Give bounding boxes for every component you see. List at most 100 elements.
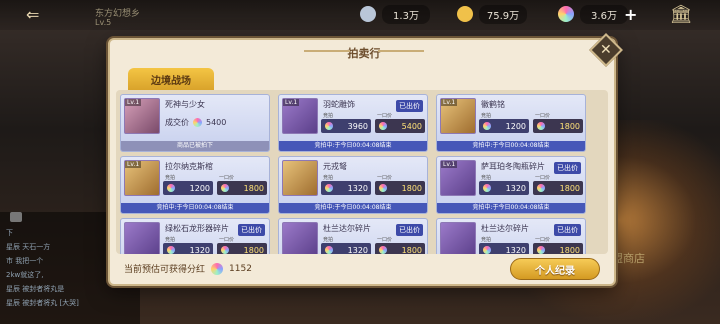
buyout-label: 一口价: [535, 237, 551, 243]
alliance-shop-label[interactable]: 盟商店: [612, 250, 645, 266]
item-thumbnail: [282, 160, 318, 196]
bid-price-box[interactable]: 竞拍 1320: [479, 175, 529, 195]
price-row: 竞拍 1320 一口价 1800: [479, 237, 583, 255]
auction-item-card[interactable]: 杜兰达尔碎片 已出价竞拍 1320 一口价 1800: [436, 218, 586, 254]
buyout-label: 一口价: [377, 237, 393, 243]
rainbow-gem-icon: [483, 184, 491, 192]
buyout-price-box[interactable]: 一口价 1800: [533, 237, 583, 255]
item-level: Lv.1: [441, 161, 458, 168]
bid-price-box[interactable]: 竞拍 1320: [321, 237, 371, 255]
bid-price-box[interactable]: 竞拍 1200: [163, 175, 213, 195]
buyout-price-box[interactable]: 一口价 1800: [533, 113, 583, 133]
resource-value: 75.9万: [479, 4, 527, 24]
buyout-price-box[interactable]: 一口价 1800: [375, 237, 425, 255]
auction-item-card[interactable]: Lv.1 徽鹤铭 竞拍 1200 一口价 1800 竞拍中:于今日00:04:08结束: [436, 94, 586, 152]
rainbow-gem-icon: [483, 246, 491, 254]
bid-price-box[interactable]: 竞拍 1320: [163, 237, 213, 254]
buyout-label: 一口价: [377, 175, 393, 181]
bid-label: 竞拍: [323, 175, 334, 181]
bid-price-box[interactable]: 竞拍 1320: [479, 237, 529, 255]
auction-item-card[interactable]: 杜兰达尔碎片 已出价 竞拍 1320 一口价 1800: [278, 218, 428, 254]
buyout-price: 1800: [243, 245, 264, 255]
auction-item-card[interactable]: Lv.1 萨耳珀冬陶瓶碎片 已出价 竞拍 1320 一口价 1800 竞拍中:于今日00:04…: [436, 156, 586, 214]
bid-price-box[interactable]: 竞拍 3960: [321, 113, 371, 133]
price-row: 竞拍 1320 一口价 1800: [321, 175, 425, 195]
bid-label: 竞拍: [481, 237, 492, 243]
personal-record-button[interactable]: 个人纪录: [510, 258, 600, 280]
rainbow-gem-icon: [211, 262, 224, 275]
auction-status-bar: 竞拍中:于今日00:04:08结束: [279, 141, 427, 151]
item-level: Lv.1: [125, 99, 142, 106]
bid-price-box[interactable]: 竞拍 1200: [479, 113, 529, 133]
buyout-label: 一口价: [219, 175, 235, 181]
buyout-label: 一口价: [219, 237, 235, 243]
item-thumbnail: [440, 222, 476, 254]
resource-silver: 1.3万: [360, 4, 430, 24]
bid-label: 竞拍: [323, 113, 334, 119]
item-thumbnail: [124, 222, 160, 254]
buyout-price-box[interactable]: 一口价 5400: [375, 113, 425, 133]
deal-info: 成交价 5400: [165, 117, 226, 128]
chat-bubble-icon[interactable]: [10, 212, 22, 222]
price-row: 竞拍 1200 一口价 1800: [479, 113, 583, 133]
bid-price: 1320: [505, 245, 526, 255]
rainbow-gem-icon: [167, 246, 175, 254]
resource-value: 3.6万: [580, 4, 628, 24]
bid-status-badge: 已出价: [554, 162, 581, 174]
price-row: 竞拍 3960 一口价 5400: [321, 113, 425, 133]
auction-list[interactable]: Lv.1 死神与少女 成交价 5400 商品已被拍下 Lv.1 羽蛇雕饰 已出价 竞拍 3960 一…: [116, 90, 608, 254]
rainbow-gem-icon: [193, 118, 202, 127]
bid-price: 1320: [347, 245, 368, 255]
dividend-info: 当前预估可获得分红 1152: [124, 262, 252, 275]
buyout-price: 1800: [559, 121, 580, 131]
buyout-price-box[interactable]: 一口价 1800: [217, 175, 267, 195]
auction-item-card[interactable]: 绿松石龙形器碎片 已出价 竞拍 1320 一口价 1800: [120, 218, 270, 254]
item-name: 绿松石龙形器碎片: [165, 224, 229, 233]
rainbow-gem-icon: [325, 122, 333, 130]
auction-status-bar: 竞拍中:于今日00:04:08结束: [437, 141, 585, 151]
bid-status-badge: 已出价: [554, 224, 581, 236]
buyout-price-box[interactable]: 一口价 1800: [533, 175, 583, 195]
auction-status-bar: 商品已被拍下: [121, 141, 269, 151]
close-icon: ✕: [600, 41, 612, 58]
auction-item-card[interactable]: Lv.1 死神与少女 成交价 5400 商品已被拍下: [120, 94, 270, 152]
bid-status-badge: 已出价: [396, 224, 423, 236]
price-row: 竞拍 1320 一口价 1800: [321, 237, 425, 255]
buyout-price: 1800: [559, 245, 580, 255]
auction-item-card[interactable]: Lv.1 拉尔纳克斯棺 竞拍 1200 一口价 1800 竞拍中:于今日00:04:08结束: [120, 156, 270, 214]
rainbow-gem-icon: [379, 184, 387, 192]
buyout-price: 1800: [559, 183, 580, 193]
bid-label: 竞拍: [165, 175, 176, 181]
buyout-price-box[interactable]: 一口价 1800: [217, 237, 267, 255]
auction-item-card[interactable]: Lv.1 羽蛇雕饰 已出价 竞拍 3960 一口价 5400 竞拍中:于今日00:04:08结…: [278, 94, 428, 152]
bid-price: 1200: [189, 183, 210, 193]
bid-price: 3960: [347, 121, 368, 131]
item-name: 杜兰达尔碎片: [481, 224, 529, 233]
back-button[interactable]: ⇐: [26, 6, 56, 24]
rainbow-gem-icon: [483, 122, 491, 130]
bid-price-box[interactable]: 竞拍 1320: [321, 175, 371, 195]
deal-price: 5400: [206, 118, 227, 127]
bid-price: 1200: [505, 121, 526, 131]
tab-border-battlefield[interactable]: 边境战场: [128, 68, 214, 90]
auction-item-card[interactable]: 元戎弩 竞拍 1320 一口价 1800 竞拍中:于今日00:04:08结束: [278, 156, 428, 214]
header-ornament: [304, 50, 350, 52]
buyout-price: 5400: [401, 121, 422, 131]
buyout-label: 一口价: [377, 113, 393, 119]
bid-label: 竞拍: [165, 237, 176, 243]
rainbow-gem-icon: [379, 246, 387, 254]
dividend-value: 1152: [229, 263, 252, 274]
item-name: 羽蛇雕饰: [323, 100, 355, 109]
chat-line: 星辰 被封者将丸 [大哭]: [6, 299, 79, 307]
resource-gold: 75.9万: [457, 4, 527, 24]
rainbow-gem-icon: [167, 184, 175, 192]
add-currency-button[interactable]: +: [624, 5, 637, 24]
resource-value: 1.3万: [382, 4, 430, 24]
buyout-price: 1800: [401, 245, 422, 255]
temple-icon[interactable]: 🏛: [668, 4, 694, 26]
buyout-price: 1800: [243, 183, 264, 193]
rainbow-gem-icon: [379, 122, 387, 130]
item-thumbnail: [282, 222, 318, 254]
buyout-price-box[interactable]: 一口价 1800: [375, 175, 425, 195]
rainbow-gem-icon: [537, 122, 545, 130]
